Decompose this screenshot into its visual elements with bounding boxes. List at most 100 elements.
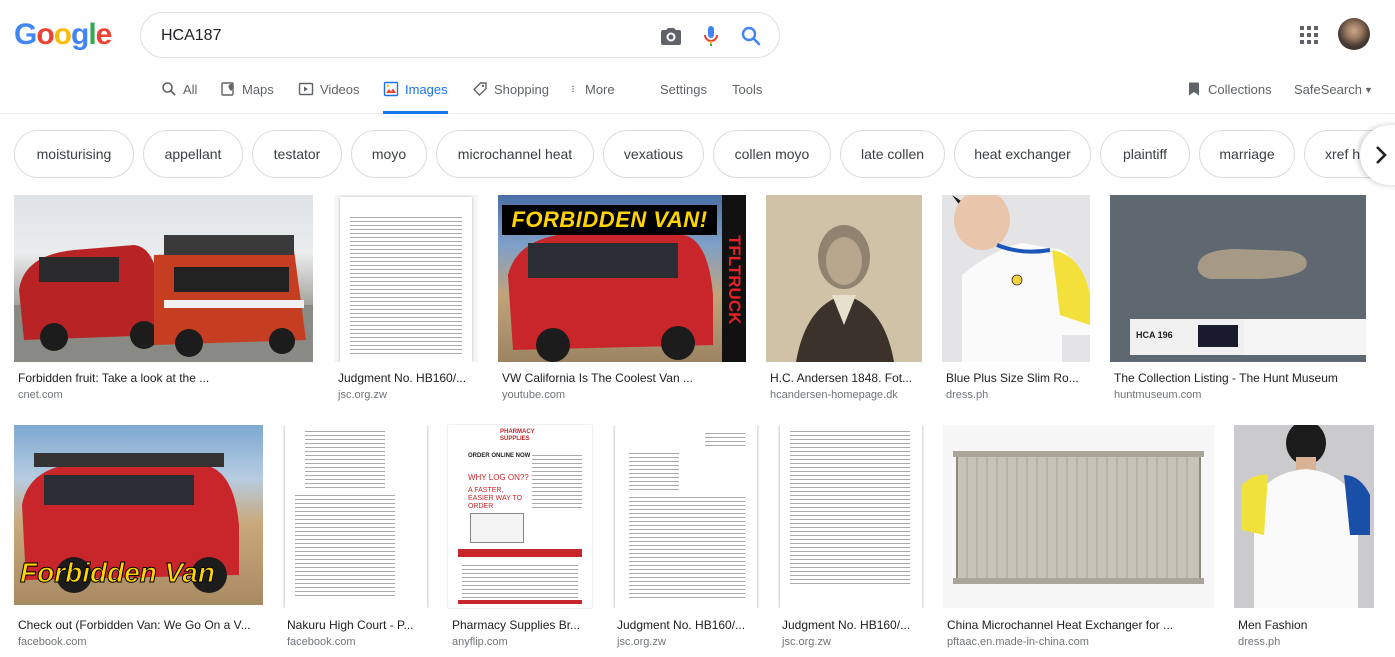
chip[interactable]: late collen xyxy=(840,130,945,178)
logo-letter: e xyxy=(95,18,113,51)
result-title: Blue Plus Size Slim Ro... xyxy=(946,371,1079,385)
result-title: China Microchannel Heat Exchanger for ..… xyxy=(947,618,1174,632)
collections-link[interactable]: Collections xyxy=(1186,82,1272,114)
image-icon xyxy=(383,81,399,97)
flyer-footer xyxy=(458,600,582,604)
result-title: Pharmacy Supplies Br... xyxy=(452,618,581,632)
result-thumbnail xyxy=(283,425,429,608)
bookmark-icon xyxy=(1189,82,1199,96)
result-title: H.C. Andersen 1848. Fot... xyxy=(770,371,913,385)
microphone-icon[interactable] xyxy=(699,24,723,48)
document-page xyxy=(285,425,427,608)
heat-exchanger-illustration xyxy=(943,425,1214,608)
flyer-heading: ORDER ONLINE NOW xyxy=(468,453,531,459)
tab-label: All xyxy=(183,82,198,97)
camera-icon[interactable] xyxy=(659,24,683,48)
result-thumbnail: Forbidden Van xyxy=(14,425,263,605)
banner-text: FORBIDDEN VAN! xyxy=(511,207,708,232)
result-title: Judgment No. HB160/... xyxy=(338,371,467,385)
result-title: Judgment No. HB160/... xyxy=(782,618,911,632)
result-site: hcandersen-homepage.dk xyxy=(770,389,898,401)
logo-letter: G xyxy=(14,18,37,51)
artifact-label: HCA 196 xyxy=(1136,330,1173,340)
laptop-graphic xyxy=(470,513,524,543)
tab-label: Shopping xyxy=(494,82,549,97)
result-thumbnail xyxy=(778,425,924,608)
result-thumbnail: HCA 196 xyxy=(1110,195,1366,362)
search-icon[interactable] xyxy=(739,24,763,48)
document-text-lines xyxy=(629,453,679,493)
result-thumbnail: PHARMACY SUPPLIES ORDER ONLINE NOW WHY L… xyxy=(448,425,592,608)
result-title: Men Fashion xyxy=(1238,618,1308,632)
result-title: The Collection Listing - The Hunt Museum xyxy=(1114,371,1338,385)
result-site: huntmuseum.com xyxy=(1114,389,1202,401)
result-site: dress.ph xyxy=(946,389,989,401)
tab-label: SafeSearch xyxy=(1294,82,1362,97)
chip[interactable]: moisturising xyxy=(14,130,134,178)
tag-icon xyxy=(473,82,487,96)
document-text-lines xyxy=(790,431,910,587)
tshirt-model-back xyxy=(1234,425,1374,608)
tab-videos[interactable]: Videos xyxy=(298,82,360,114)
result-site: pftaac.en.made-in-china.com xyxy=(947,636,1089,648)
search-input[interactable] xyxy=(161,25,641,47)
result-title: Nakuru High Court - P... xyxy=(287,618,414,632)
chip[interactable]: vexatious xyxy=(603,130,704,178)
result-thumbnail xyxy=(942,195,1090,362)
related-searches: moisturising appellant testator moyo mic… xyxy=(0,130,1395,180)
google-logo[interactable]: Google xyxy=(14,18,113,52)
logo-letter: g xyxy=(71,18,89,51)
flyer-question: WHY LOG ON?? xyxy=(468,473,529,482)
tab-images[interactable]: Images xyxy=(383,81,448,114)
tab-all[interactable]: All xyxy=(161,82,197,114)
result-thumbnail xyxy=(14,195,313,362)
video-overlay-text: Forbidden Van xyxy=(20,557,216,589)
document-text-lines xyxy=(295,495,395,599)
chip[interactable]: appellant xyxy=(143,130,243,178)
result-site: jsc.org.zw xyxy=(617,636,666,648)
result-thumbnail xyxy=(334,195,478,362)
document-text-lines xyxy=(705,433,745,449)
chip[interactable]: testator xyxy=(252,130,342,178)
search-icon xyxy=(162,82,176,96)
result-site: facebook.com xyxy=(18,636,87,648)
logo-letter: l xyxy=(88,18,96,51)
result-title: Check out (Forbidden Van: We Go On a V..… xyxy=(18,618,251,632)
chip[interactable]: plaintiff xyxy=(1100,130,1190,178)
tab-shopping[interactable]: Shopping xyxy=(472,82,549,114)
portrait-engraving xyxy=(766,195,922,362)
logo-letter: o xyxy=(53,18,72,51)
result-thumbnail xyxy=(943,425,1214,608)
apps-grid-icon[interactable] xyxy=(1298,24,1320,46)
tab-label: Videos xyxy=(320,82,360,97)
chip[interactable]: microchannel heat xyxy=(436,130,594,178)
document-page xyxy=(615,425,757,608)
red-vans-illustration xyxy=(14,235,313,362)
flyer-testimonials xyxy=(462,565,578,601)
tab-label: Collections xyxy=(1208,82,1272,97)
account-avatar[interactable] xyxy=(1338,18,1370,50)
result-site: dress.ph xyxy=(1238,636,1281,648)
document-text-lines xyxy=(305,431,385,491)
tab-more[interactable]: More xyxy=(571,82,615,114)
document-text-lines xyxy=(350,217,462,357)
chip[interactable]: marriage xyxy=(1199,130,1295,178)
result-site: youtube.com xyxy=(502,389,565,401)
chip[interactable]: moyo xyxy=(351,130,427,178)
tab-maps[interactable]: Maps xyxy=(220,82,274,114)
result-thumbnail xyxy=(1234,425,1374,608)
tab-tools[interactable]: Tools xyxy=(732,82,762,114)
chip[interactable]: heat exchanger xyxy=(954,130,1091,178)
tab-label: Maps xyxy=(242,82,274,97)
document-page xyxy=(340,197,472,362)
play-icon xyxy=(298,82,314,96)
result-title: VW California Is The Coolest Van ... xyxy=(502,371,693,385)
chip[interactable]: collen moyo xyxy=(713,130,831,178)
tab-settings[interactable]: Settings xyxy=(660,82,707,114)
search-box xyxy=(140,12,780,58)
channel-watermark: TFLTRUCK xyxy=(725,235,744,325)
result-thumbnail: FORBIDDEN VAN! TFLTRUCK xyxy=(498,195,746,362)
flyer-bullets xyxy=(532,455,582,511)
result-thumbnail xyxy=(766,195,922,362)
safesearch-dropdown[interactable]: SafeSearch ▼ xyxy=(1294,82,1373,114)
